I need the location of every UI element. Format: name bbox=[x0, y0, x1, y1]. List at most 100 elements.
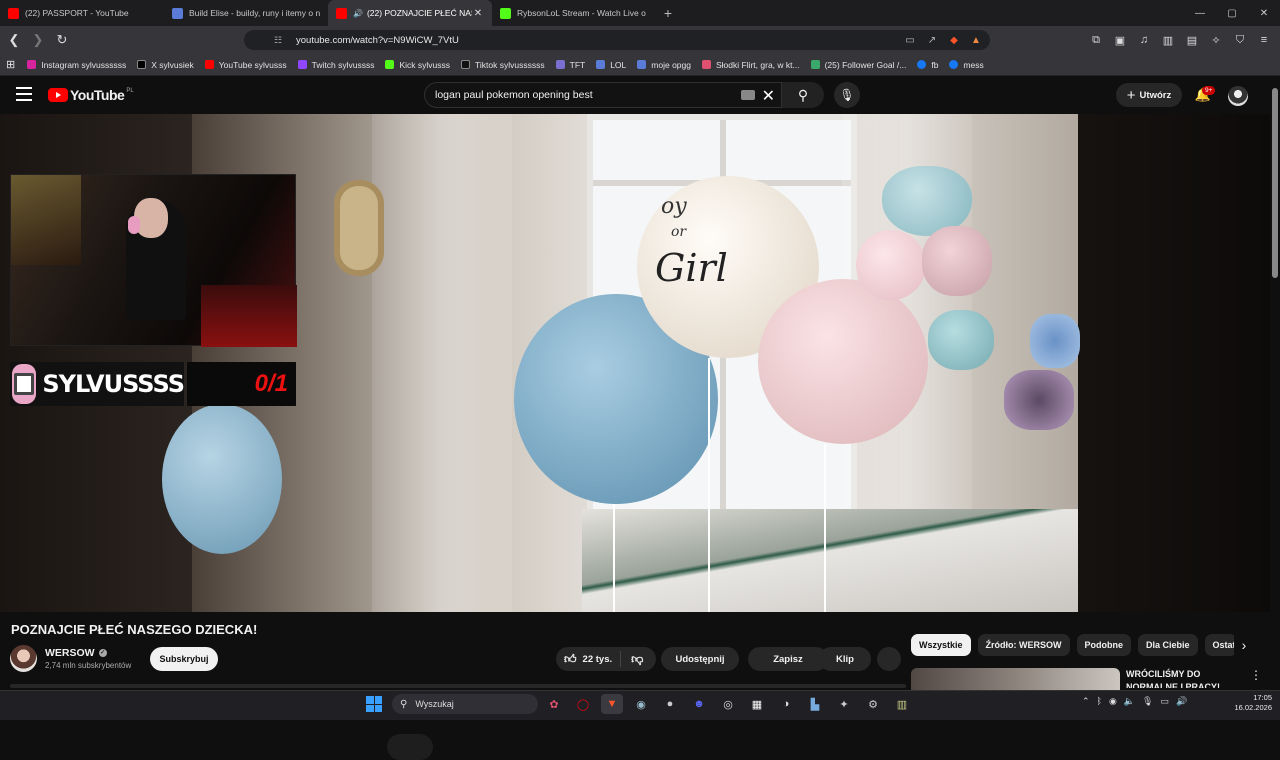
chevron-right-icon[interactable]: › bbox=[1234, 634, 1254, 656]
settings-icon[interactable]: ⚙ bbox=[862, 694, 884, 714]
recommended-thumbnail[interactable] bbox=[911, 668, 1120, 690]
browser-tab[interactable]: (22) PASSPORT - YouTube bbox=[0, 0, 164, 26]
bookmark-item[interactable]: Słodki Flirt, gra, w kt... bbox=[701, 60, 800, 70]
bookmark-item[interactable]: Instagram sylvussssss bbox=[27, 60, 126, 70]
bookmark-label: moje opgg bbox=[651, 59, 691, 70]
browser-tab[interactable]: Build Elise - buildy, runy i itemy o naj bbox=[164, 0, 328, 26]
volume-icon[interactable]: 🔈 bbox=[1124, 696, 1135, 707]
url-text[interactable]: youtube.com/watch?v=N9WiCW_7VtU bbox=[296, 35, 459, 46]
taskbar-search[interactable]: ⚲ Wyszukaj bbox=[392, 694, 538, 714]
channel-name-text[interactable]: WERSOW bbox=[45, 647, 95, 659]
chip-all[interactable]: Wszystkie bbox=[911, 634, 971, 656]
recommended-title[interactable]: WRÓCILIŚMY DO NORMALNE I PRACY! bbox=[1126, 668, 1242, 688]
speaker-icon[interactable]: 🔊 bbox=[1176, 696, 1187, 707]
browser-tab-active[interactable]: 🔊 (22) POZNAJCIE PŁEĆ NASZE ✕ bbox=[328, 0, 492, 26]
audio-playing-icon[interactable]: 🔊 bbox=[353, 9, 363, 18]
back-icon[interactable]: ❮ bbox=[4, 30, 24, 50]
app-icon[interactable]: ✦ bbox=[833, 694, 855, 714]
browser-tab[interactable]: RybsonLoL Stream - Watch Live o bbox=[492, 0, 656, 26]
share-icon[interactable]: ↗ bbox=[924, 32, 940, 48]
bluetooth-icon[interactable]: ᛒ bbox=[1097, 696, 1102, 707]
media-icon[interactable]: ♫ bbox=[1134, 30, 1154, 50]
maximize-button[interactable]: ▢ bbox=[1216, 0, 1248, 26]
app-icon[interactable]: ▥ bbox=[891, 694, 913, 714]
windows-start-icon[interactable] bbox=[366, 696, 382, 712]
bookmark-label: YouTube sylvusss bbox=[218, 59, 287, 70]
chip-for-you[interactable]: Dla Ciebie bbox=[1138, 634, 1198, 656]
subscribe-button[interactable]: Subskrybuj bbox=[150, 647, 218, 671]
app-icon[interactable]: ✿ bbox=[543, 694, 565, 714]
dislike-button[interactable]: 👎︎ bbox=[621, 652, 643, 667]
app-icon[interactable]: ◑ bbox=[775, 694, 797, 714]
reload-icon[interactable]: ↻ bbox=[52, 30, 72, 50]
brave-shields-icon[interactable]: ◆ bbox=[946, 32, 962, 48]
page-scrollbar[interactable] bbox=[1270, 76, 1280, 690]
bookmark-item[interactable]: TFT bbox=[555, 60, 585, 70]
bookmark-item[interactable]: (25) Follower Goal /... bbox=[810, 60, 906, 70]
chip-source[interactable]: Źródło: WERSOW bbox=[977, 634, 1070, 656]
taskbar-clock[interactable]: 17:05 16.02.2026 bbox=[1224, 693, 1272, 713]
bookmark-item[interactable]: mess bbox=[949, 60, 984, 70]
voice-search-button[interactable]: 🎙 bbox=[834, 82, 860, 108]
vpn-icon[interactable]: ⛉ bbox=[1230, 30, 1250, 50]
search-button[interactable]: ⚲ bbox=[782, 82, 824, 108]
bookmark-item[interactable]: Tiktok sylvussssss bbox=[461, 60, 545, 70]
more-options-icon[interactable]: ⋮ bbox=[1250, 668, 1262, 682]
apps-grid-icon[interactable]: ⊞ bbox=[6, 58, 15, 71]
sidebar-icon[interactable]: ▥ bbox=[1158, 30, 1178, 50]
brave-icon[interactable]: ▼ bbox=[601, 694, 623, 714]
minimize-button[interactable]: — bbox=[1184, 0, 1216, 26]
microphone-icon[interactable]: 🎙 bbox=[1142, 696, 1153, 707]
wallet-icon[interactable]: ▤ bbox=[1182, 30, 1202, 50]
bookmark-item[interactable]: X sylvusiek bbox=[137, 60, 194, 70]
search-input[interactable]: logan paul pokemon opening best ✕ bbox=[424, 82, 782, 108]
app-icon[interactable]: ◎ bbox=[717, 694, 739, 714]
chip-similar[interactable]: Podobne bbox=[1076, 634, 1132, 656]
opera-icon[interactable]: ◯ bbox=[572, 694, 594, 714]
more-actions-button[interactable] bbox=[877, 647, 901, 671]
bookmark-item[interactable]: Twitch sylvussss bbox=[297, 60, 374, 70]
save-button[interactable]: Zapisz bbox=[748, 647, 828, 671]
share-button[interactable]: Udostępnij bbox=[661, 647, 739, 671]
screenshot-icon[interactable]: ▣ bbox=[1110, 30, 1130, 50]
address-bar[interactable]: ☷ youtube.com/watch?v=N9WiCW_7VtU ▭ ↗ ◆ … bbox=[244, 30, 990, 50]
display-icon[interactable]: ▭ bbox=[1160, 696, 1169, 707]
app-icon[interactable]: ▙ bbox=[804, 694, 826, 714]
search-query[interactable]: logan paul pokemon opening best bbox=[435, 89, 593, 101]
follower-goal-overlay: 0/1 bbox=[187, 362, 433, 760]
cast-icon[interactable]: ▭ bbox=[902, 32, 918, 48]
app-icon[interactable]: ● bbox=[659, 694, 681, 714]
clear-search-icon[interactable]: ✕ bbox=[762, 86, 775, 106]
keyboard-icon[interactable] bbox=[741, 90, 755, 100]
bookmark-item[interactable]: LOL bbox=[596, 60, 626, 70]
new-tab-button[interactable]: + bbox=[656, 0, 680, 26]
leo-ai-icon[interactable]: ✧ bbox=[1206, 30, 1226, 50]
steam-icon[interactable]: ◉ bbox=[630, 694, 652, 714]
app-tray-icon[interactable]: ◉ bbox=[1109, 696, 1117, 707]
app-icon[interactable]: ▦ bbox=[746, 694, 768, 714]
forward-icon[interactable]: ❯ bbox=[28, 30, 48, 50]
scrollbar-thumb[interactable] bbox=[1272, 88, 1278, 278]
bookmark-item[interactable]: Kick sylvusss bbox=[385, 60, 450, 70]
bookmark-item[interactable]: moje opgg bbox=[637, 60, 691, 70]
like-button[interactable]: 👍︎ 22 tys. bbox=[556, 651, 622, 667]
video-floor bbox=[582, 509, 1078, 612]
account-avatar[interactable] bbox=[1228, 86, 1248, 106]
brave-rewards-icon[interactable]: ▲ bbox=[968, 32, 984, 48]
close-window-button[interactable]: ✕ bbox=[1248, 0, 1280, 26]
site-info-icon[interactable]: ☷ bbox=[274, 35, 288, 46]
create-button[interactable]: + Utwórz bbox=[1116, 83, 1182, 107]
chevron-up-icon[interactable]: ⌃ bbox=[1082, 696, 1090, 707]
channel-avatar[interactable] bbox=[10, 645, 37, 672]
menu-icon[interactable] bbox=[16, 87, 32, 101]
extensions-icon[interactable]: ⧉ bbox=[1086, 30, 1106, 50]
menu-icon[interactable]: ≡ bbox=[1254, 30, 1274, 50]
clip-button[interactable]: Klip bbox=[819, 647, 871, 671]
bookmark-item[interactable]: fb bbox=[917, 60, 938, 70]
discord-icon[interactable]: ☻ bbox=[688, 694, 710, 714]
bookmark-item[interactable]: YouTube sylvusss bbox=[204, 59, 287, 70]
youtube-logo[interactable]: YouTube PL bbox=[48, 87, 134, 103]
tab-close-icon[interactable]: ✕ bbox=[472, 8, 484, 19]
channel-name[interactable]: WERSOW ✓ bbox=[45, 647, 107, 659]
chip-recent[interactable]: Ostatn bbox=[1204, 634, 1237, 656]
